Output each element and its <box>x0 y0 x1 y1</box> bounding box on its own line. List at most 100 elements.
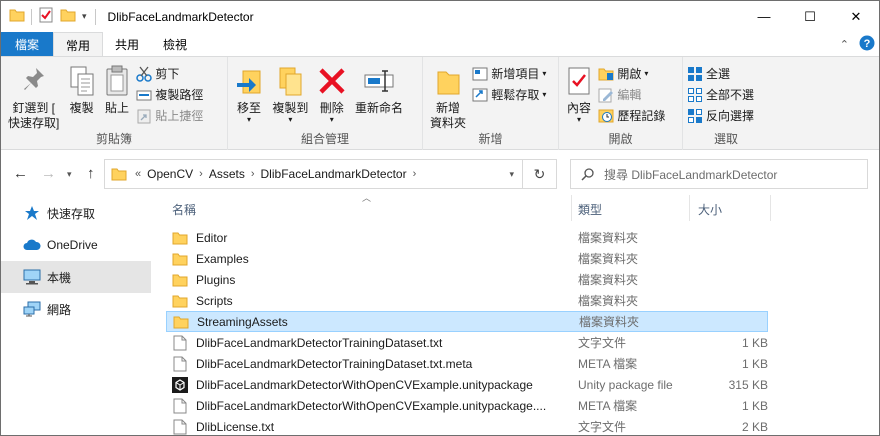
address-bar[interactable]: « OpenCV › Assets › DlibFaceLandmarkDete… <box>104 159 523 189</box>
select-none-button[interactable]: 全部不選 <box>687 84 754 105</box>
customize-qat-icon[interactable]: ▾ <box>82 11 87 22</box>
paste-icon <box>104 63 130 99</box>
easy-access-button[interactable]: 輕鬆存取 ▾ <box>472 84 546 105</box>
ribbon: 釘選到 [ 快速存取] 複製 貼上 剪下 複製路徑 貼上捷徑 剪貼簿 移至 ▾ … <box>1 56 879 150</box>
properties-icon[interactable] <box>38 7 54 26</box>
nav-item-network[interactable]: 網路 <box>1 293 151 325</box>
vertical-scrollbar[interactable] <box>876 191 879 435</box>
file-name: DlibFaceLandmarkDetectorWithOpenCVExampl… <box>196 398 547 413</box>
forward-arrow-icon[interactable]: → <box>41 165 56 182</box>
invert-selection-button[interactable]: 反向選擇 <box>687 105 754 126</box>
tab-home[interactable]: 常用 <box>53 32 104 57</box>
chevron-right-icon[interactable]: › <box>413 168 417 180</box>
delete-button[interactable]: 刪除 ▾ <box>315 61 349 126</box>
file-name-cell: DlibFaceLandmarkDetectorWithOpenCVExampl… <box>172 376 533 393</box>
breadcrumb-overflow[interactable]: « <box>135 168 141 180</box>
new-folder-icon[interactable] <box>60 8 76 25</box>
file-row[interactable]: DlibLicense.txt 文字文件 2 KB <box>166 416 768 435</box>
column-divider[interactable] <box>689 195 690 221</box>
move-to-button[interactable]: 移至 ▾ <box>232 61 266 126</box>
copy-to-button[interactable]: 複製到 ▾ <box>269 61 311 126</box>
column-header-size[interactable]: 大小 <box>698 201 722 218</box>
new-folder-button[interactable]: 新增 資料夾 <box>427 61 469 133</box>
cloud-icon <box>23 239 41 251</box>
nav-item-this-pc[interactable]: 本機 <box>1 261 151 293</box>
recent-locations-icon[interactable]: ▾ <box>67 169 72 180</box>
chevron-right-icon[interactable]: › <box>199 168 203 180</box>
file-row[interactable]: Examples 檔案資料夾 <box>166 248 768 269</box>
copy-path-icon <box>136 87 152 103</box>
file-row[interactable]: Scripts 檔案資料夾 <box>166 290 768 311</box>
new-item-label: 新增項目 <box>491 67 540 81</box>
file-row[interactable]: Editor 檔案資料夾 <box>166 227 768 248</box>
open-button[interactable]: 開啟 ▾ <box>598 63 665 84</box>
new-item-button[interactable]: 新增項目 ▾ <box>472 63 546 84</box>
tab-file[interactable]: 檔案 <box>1 32 54 56</box>
collapse-ribbon-icon[interactable]: ⌃ <box>840 38 849 51</box>
pin-to-quick-access-button[interactable]: 釘選到 [ 快速存取] <box>5 61 62 133</box>
folder-icon <box>172 272 188 288</box>
file-type: Unity package file <box>578 377 673 392</box>
file-name: StreamingAssets <box>197 314 288 329</box>
nav-item-onedrive[interactable]: OneDrive <box>1 229 151 261</box>
folder-icon <box>172 251 188 267</box>
copy-path-button[interactable]: 複製路徑 <box>136 84 203 105</box>
maximize-button[interactable]: ☐ <box>787 1 833 32</box>
document-icon <box>172 419 188 435</box>
new-group-label: 新增 <box>478 132 503 146</box>
properties-button[interactable]: 內容 ▾ <box>563 61 595 126</box>
select-all-button[interactable]: 全選 <box>687 63 754 84</box>
history-icon <box>598 108 614 124</box>
file-type: 檔案資料夾 <box>578 273 639 287</box>
refresh-button[interactable]: ↻ <box>523 159 557 189</box>
file-name-cell: Examples <box>172 251 249 267</box>
nav-item-quick-access[interactable]: 快速存取 <box>1 197 151 229</box>
new-folder-icon <box>435 63 461 99</box>
file-row[interactable]: DlibFaceLandmarkDetectorWithOpenCVExampl… <box>166 395 768 416</box>
open-folder-icon <box>598 66 614 82</box>
breadcrumb-assets[interactable]: Assets <box>209 167 245 181</box>
file-name-cell: DlibFaceLandmarkDetectorTrainingDataset.… <box>172 335 442 351</box>
breadcrumb-opencv[interactable]: OpenCV <box>147 167 193 181</box>
minimize-button[interactable]: — <box>741 1 787 32</box>
file-row[interactable]: DlibFaceLandmarkDetectorTrainingDataset.… <box>166 353 768 374</box>
clipboard-group: 釘選到 [ 快速存取] 複製 貼上 剪下 複製路徑 貼上捷徑 剪貼簿 <box>1 57 228 150</box>
search-placeholder: 搜尋 DlibFaceLandmarkDetector <box>604 167 778 182</box>
paste-button[interactable]: 貼上 <box>101 61 133 118</box>
file-row[interactable]: Plugins 檔案資料夾 <box>166 269 768 290</box>
tab-share[interactable]: 共用 <box>103 32 151 56</box>
delete-icon <box>318 63 346 99</box>
file-size: 1 KB <box>741 398 768 413</box>
file-row[interactable]: DlibFaceLandmarkDetectorWithOpenCVExampl… <box>166 374 768 395</box>
search-input[interactable]: 搜尋 DlibFaceLandmarkDetector <box>570 159 868 189</box>
address-history-icon[interactable]: ▾ <box>509 169 514 180</box>
file-row[interactable]: DlibFaceLandmarkDetectorTrainingDataset.… <box>166 332 768 353</box>
close-button[interactable]: ✕ <box>833 1 879 32</box>
divider <box>31 8 32 25</box>
file-name: DlibLicense.txt <box>196 419 275 434</box>
help-icon[interactable]: ? <box>859 35 875 54</box>
history-button[interactable]: 歷程記錄 <box>598 105 665 126</box>
up-arrow-icon[interactable]: ↑ <box>87 165 95 182</box>
delete-label: 刪除 <box>319 101 344 115</box>
back-arrow-icon[interactable]: ← <box>13 165 28 182</box>
invert-selection-label: 反向選擇 <box>706 109 755 123</box>
column-divider[interactable] <box>571 195 572 221</box>
breadcrumb-current[interactable]: DlibFaceLandmarkDetector <box>261 167 407 181</box>
file-size: 1 KB <box>741 335 768 350</box>
column-divider[interactable] <box>770 195 771 221</box>
paste-shortcut-button[interactable]: 貼上捷徑 <box>136 105 203 126</box>
copy-button[interactable]: 複製 <box>66 61 98 118</box>
cut-button[interactable]: 剪下 <box>136 63 203 84</box>
column-header-type[interactable]: 類型 <box>578 201 602 218</box>
nav-item-label: OneDrive <box>47 238 98 252</box>
tab-view[interactable]: 檢視 <box>151 32 199 56</box>
select-none-icon <box>687 87 703 103</box>
dropdown-arrow-icon: ▾ <box>246 115 251 124</box>
chevron-right-icon[interactable]: › <box>251 168 255 180</box>
rename-button[interactable]: 重新命名 <box>352 61 406 118</box>
column-header-name[interactable]: 名稱 <box>172 201 196 218</box>
file-row[interactable]: StreamingAssets 檔案資料夾 <box>166 311 768 332</box>
edit-button[interactable]: 編輯 <box>598 84 665 105</box>
unity-package-icon <box>172 376 188 393</box>
